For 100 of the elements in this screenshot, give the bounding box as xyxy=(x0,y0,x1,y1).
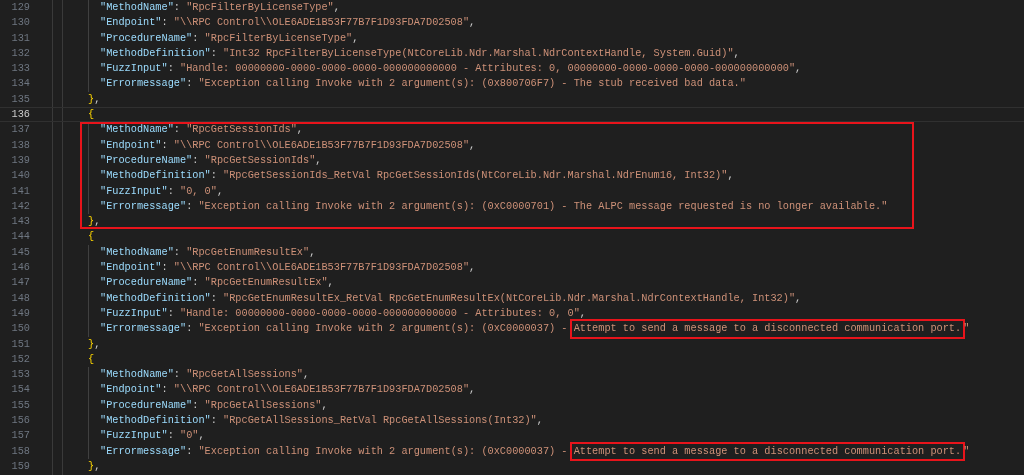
json-key: "Endpoint" xyxy=(100,137,162,153)
brace: { xyxy=(88,107,95,123)
json-key: "Errormessage" xyxy=(100,198,187,215)
json-string: " xyxy=(963,321,970,337)
colon: : xyxy=(167,61,175,77)
comma: , xyxy=(469,382,476,398)
json-key: "MethodDefinition" xyxy=(100,413,211,429)
comma: , xyxy=(94,214,101,230)
line-number: 151 xyxy=(10,336,30,352)
comma: , xyxy=(536,413,543,428)
json-string: "Exception calling Invoke with 2 argument(s): (0xC0000037) - xyxy=(198,443,569,459)
json-string: "Int32 RpcFilterByLicenseType(NtCoreLib.Ndr.Marshal.NdrContextHandle, System.Guid)" xyxy=(223,45,734,61)
colon: : xyxy=(186,76,194,92)
comma: , xyxy=(469,15,476,31)
comma: , xyxy=(321,397,328,413)
line-number: 133 xyxy=(10,61,30,77)
colon: : xyxy=(186,321,194,337)
json-key: "Endpoint" xyxy=(100,15,162,31)
json-string: "0" xyxy=(180,428,199,444)
json-string: "Exception calling Invoke with 2 argument(s): (0x800706F7) - The stub received bad data." xyxy=(198,76,746,92)
colon: : xyxy=(210,413,218,428)
line-number: 157 xyxy=(10,428,30,444)
json-string: "0, 0" xyxy=(180,183,217,199)
colon: : xyxy=(167,428,175,444)
json-key: "MethodName" xyxy=(100,0,174,16)
brace: } xyxy=(88,336,95,352)
json-key: "MethodName" xyxy=(100,244,174,261)
json-key: "ProcedureName" xyxy=(100,397,193,413)
comma: , xyxy=(727,168,734,184)
colon: : xyxy=(186,198,194,214)
json-key: "Errormessage" xyxy=(100,76,187,92)
line-number: 138 xyxy=(10,137,30,153)
line-number: 139 xyxy=(10,152,30,168)
json-key: "ProcedureName" xyxy=(100,275,193,291)
line-number: 142 xyxy=(10,198,30,214)
line-number: 147 xyxy=(10,275,30,291)
colon: : xyxy=(210,290,218,306)
colon: : xyxy=(210,168,218,184)
json-string: "Handle: 00000000-0000-0000-0000-000000000000 - Attributes: 0, 0" xyxy=(180,305,580,321)
json-key: "ProcedureName" xyxy=(100,152,193,169)
line-number: 136 xyxy=(10,107,30,123)
colon: : xyxy=(192,397,200,413)
json-string: "RpcGetEnumResultEx_RetVal RpcGetEnumResultEx(NtCoreLib.Ndr.Marshal.NdrContextHandle, Int32)" xyxy=(223,290,796,306)
colon: : xyxy=(173,367,181,383)
comma: , xyxy=(309,244,316,260)
json-string: "\\RPC Control\\OLE6ADE1B53F77B7F1D93FDA7D02508" xyxy=(173,15,470,31)
json-string: "Exception calling Invoke with 2 argument(s): (0xC0000701) - The ALPC message requested is no longer available." xyxy=(198,198,888,214)
json-string: "RpcGetSessionIds" xyxy=(186,122,297,138)
comma: , xyxy=(94,336,101,352)
highlighted-text: Attempt to send a message to a disconnected communication port. xyxy=(571,321,964,337)
comma: , xyxy=(303,367,310,383)
line-number: 129 xyxy=(10,0,30,15)
line-number: 143 xyxy=(10,214,30,230)
comma: , xyxy=(327,275,334,291)
json-string: "RpcGetSessionIds_RetVal RpcGetSessionIds(NtCoreLib.Ndr.Marshal.NdrEnum16, Int32)" xyxy=(223,168,728,184)
json-string: "RpcFilterByLicenseType" xyxy=(186,0,334,15)
colon: : xyxy=(167,305,175,321)
json-string: "RpcGetEnumResultEx" xyxy=(204,275,328,291)
json-string: "RpcFilterByLicenseType" xyxy=(204,30,353,46)
json-key: "FuzzInput" xyxy=(100,305,168,322)
colon: : xyxy=(210,45,218,61)
line-number: 150 xyxy=(10,321,30,337)
comma: , xyxy=(469,137,476,153)
highlighted-text: Attempt to send a message to a disconnected communication port. xyxy=(571,443,964,459)
json-string: "\\RPC Control\\OLE6ADE1B53F77B7F1D93FDA7D02508" xyxy=(173,382,470,398)
colon: : xyxy=(186,443,194,459)
brace: } xyxy=(88,91,95,107)
colon: : xyxy=(192,275,200,291)
comma: , xyxy=(94,91,101,107)
colon: : xyxy=(173,244,181,260)
line-number: 144 xyxy=(10,229,30,245)
comma: , xyxy=(579,305,586,321)
json-key: "Endpoint" xyxy=(100,382,162,398)
json-key: "Errormessage" xyxy=(100,443,187,459)
comma: , xyxy=(795,61,802,77)
json-key: "MethodName" xyxy=(100,122,174,138)
json-string: "Exception calling Invoke with 2 argument(s): (0xC0000037) - xyxy=(198,321,569,337)
json-key: "MethodDefinition" xyxy=(100,45,211,62)
line-number: 131 xyxy=(10,30,30,46)
comma: , xyxy=(216,183,224,199)
colon: : xyxy=(192,30,200,46)
comma: , xyxy=(733,45,740,61)
json-key: "MethodDefinition" xyxy=(100,168,211,184)
json-key: "MethodName" xyxy=(100,367,174,383)
comma: , xyxy=(352,30,359,46)
line-number: 159 xyxy=(10,458,30,474)
line-number: 149 xyxy=(10,305,30,321)
colon: : xyxy=(173,0,181,15)
json-string: "RpcGetEnumResultEx" xyxy=(186,244,310,260)
line-number: 134 xyxy=(10,76,30,92)
json-string: "RpcGetAllSessions" xyxy=(186,367,303,383)
json-string: " xyxy=(963,443,970,459)
line-number: 146 xyxy=(10,260,30,276)
brace: { xyxy=(88,351,95,367)
line-number: 132 xyxy=(10,45,30,61)
colon: : xyxy=(173,122,181,138)
comma: , xyxy=(315,152,322,168)
comma: , xyxy=(296,122,303,138)
json-key: "Endpoint" xyxy=(100,260,162,276)
brace: } xyxy=(88,214,95,230)
